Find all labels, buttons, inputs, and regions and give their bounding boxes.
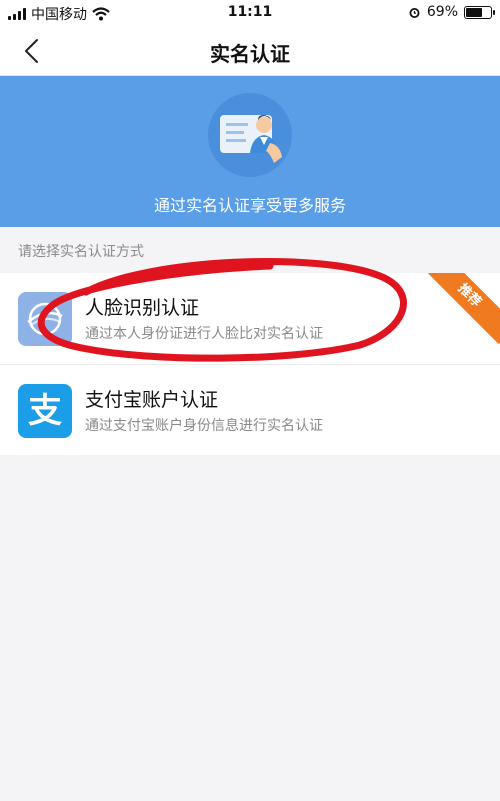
status-right: 69% — [408, 4, 495, 20]
battery-level — [466, 7, 482, 17]
id-card-person-icon — [208, 93, 292, 177]
method-description: 通过支付宝账户身份信息进行实名认证 — [85, 418, 323, 434]
banner-text: 通过实名认证享受更多服务 — [153, 196, 346, 215]
method-alipay-account[interactable]: 支 支付宝账户认证 通过支付宝账户身份信息进行实名认证 — [0, 364, 500, 455]
alarm-icon — [409, 7, 420, 18]
method-description: 通过本人身份证进行人脸比对实名认证 — [85, 326, 323, 342]
recommended-badge: 推荐 — [420, 273, 500, 345]
alipay-icon: 支 — [18, 384, 72, 438]
battery-icon — [464, 5, 495, 19]
alipay-glyph: 支 — [28, 391, 62, 431]
banner: 通过实名认证享受更多服务 — [0, 76, 500, 227]
method-title: 支付宝账户认证 — [85, 389, 219, 411]
method-list: 人脸识别认证 通过本人身份证进行人脸比对实名认证 推荐 支 支付宝账户认证 通过… — [0, 273, 500, 455]
status-bar: 中国移动 11:11 69% — [0, 0, 500, 26]
face-scan-icon — [18, 292, 72, 346]
method-face-recognition[interactable]: 人脸识别认证 通过本人身份证进行人脸比对实名认证 推荐 — [0, 273, 500, 364]
section-label: 请选择实名认证方式 — [18, 244, 144, 260]
battery-percent: 69% — [426, 4, 458, 20]
nav-bar: 实名认证 — [0, 26, 500, 76]
page-title: 实名认证 — [210, 42, 290, 66]
method-title: 人脸识别认证 — [85, 297, 200, 319]
